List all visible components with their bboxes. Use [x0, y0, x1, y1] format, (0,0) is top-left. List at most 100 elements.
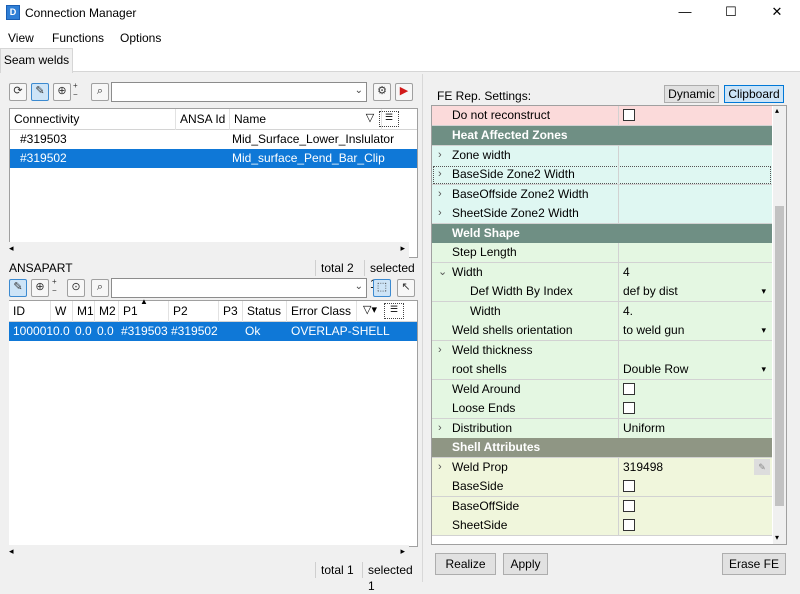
dropdown-arrow-icon[interactable]: ▾ — [761, 321, 766, 340]
pick-icon[interactable]: ✎ — [9, 279, 27, 297]
checkbox[interactable] — [623, 383, 635, 395]
columns-icon[interactable]: ☰ — [384, 303, 404, 319]
table-row-selected[interactable]: #319502 Mid_surface_Pend_Bar_Clip — [10, 149, 417, 168]
row-width[interactable]: ⌄ Width 4 — [432, 263, 772, 283]
prop-value[interactable]: 4 — [618, 263, 772, 282]
col-p2[interactable]: P2 — [169, 301, 219, 322]
checkbox[interactable] — [623, 109, 635, 121]
checkbox[interactable] — [623, 519, 635, 531]
row-distribution[interactable]: › Distribution Uniform — [432, 419, 772, 439]
col-error-class[interactable]: Error Class — [287, 301, 357, 322]
col-ansa-id[interactable]: ANSA Id — [176, 109, 230, 130]
clipboard-button[interactable]: Clipboard — [724, 85, 784, 103]
cursor-icon[interactable]: ▶ — [395, 83, 413, 101]
row-step-length[interactable]: Step Length — [432, 243, 772, 263]
row-baseoffside[interactable]: BaseOffSide — [432, 497, 772, 517]
weld-status-bar: total 1 selected 1 — [9, 562, 418, 593]
apply-button[interactable]: Apply — [503, 553, 548, 575]
chevron-right-icon[interactable]: › — [438, 185, 442, 204]
col-id[interactable]: ID — [9, 301, 51, 322]
vertical-scrollbar[interactable]: ▴ ▾ — [773, 106, 786, 544]
chevron-right-icon[interactable]: › — [438, 204, 442, 223]
tab-seam-welds[interactable]: Seam welds — [0, 48, 73, 73]
row-sheetside[interactable]: SheetSide — [432, 516, 772, 536]
cursor-icon[interactable]: ↖ — [397, 279, 415, 297]
chevron-right-icon[interactable]: › — [438, 458, 442, 477]
checkbox[interactable] — [623, 480, 635, 492]
col-w[interactable]: W — [51, 301, 73, 322]
prop-value[interactable]: Uniform — [618, 419, 772, 438]
zoom-fit-icon[interactable]: ⊙ — [67, 279, 85, 297]
search-icon[interactable]: ⌕ — [91, 83, 109, 101]
pick-icon[interactable]: ✎ — [754, 459, 770, 475]
search-combo[interactable]: ⌄ — [111, 82, 367, 102]
erase-fe-button[interactable]: Erase FE — [722, 553, 786, 575]
dropdown-arrow-icon[interactable]: ▾ — [761, 360, 766, 379]
plus-minus-icon[interactable]: + − — [52, 277, 62, 295]
row-weld-shells-orientation[interactable]: Weld shells orientation to weld gun ▾ — [432, 321, 772, 341]
prop-value[interactable]: 4. — [618, 302, 772, 321]
horizontal-scrollbar[interactable]: ◂ ▸ — [9, 545, 409, 561]
close-button[interactable]: ✕ — [754, 0, 800, 26]
menu-functions[interactable]: Functions — [52, 31, 104, 45]
zoom-icon[interactable]: ⊕ — [31, 279, 49, 297]
row-width-value[interactable]: Width 4. — [432, 302, 772, 322]
maximize-button[interactable]: ☐ — [708, 0, 754, 26]
search-combo[interactable]: ⌄ — [111, 278, 367, 298]
dropdown-arrow-icon[interactable]: ▾ — [761, 282, 766, 301]
horizontal-scrollbar[interactable]: ◂ ▸ — [9, 242, 409, 258]
section-shell-attributes[interactable]: Shell Attributes — [432, 438, 772, 458]
plus-minus-icon[interactable]: + − — [73, 81, 83, 99]
col-status[interactable]: Status — [243, 301, 287, 322]
columns-icon[interactable]: ☰ — [379, 111, 399, 127]
col-m2[interactable]: M2 — [95, 301, 119, 322]
zoom-icon[interactable]: ⊕ — [53, 83, 71, 101]
menu-options[interactable]: Options — [120, 31, 161, 45]
row-zone-width[interactable]: › Zone width — [432, 146, 772, 166]
row-root-shells[interactable]: root shells Double Row ▾ — [432, 360, 772, 380]
section-weld-shape[interactable]: Weld Shape — [432, 224, 772, 244]
row-loose-ends[interactable]: Loose Ends — [432, 399, 772, 419]
row-baseoffside-zone2-width[interactable]: › BaseOffside Zone2 Width — [432, 185, 772, 205]
chevron-right-icon[interactable]: › — [438, 165, 442, 184]
minimize-button[interactable]: — — [662, 0, 708, 26]
prop-value[interactable]: to weld gun — [623, 323, 684, 337]
dynamic-button[interactable]: Dynamic — [664, 85, 719, 103]
chevron-down-icon[interactable]: ⌄ — [438, 263, 447, 282]
row-weld-around[interactable]: Weld Around — [432, 380, 772, 400]
menu-view[interactable]: View — [8, 31, 34, 45]
row-weld-prop[interactable]: › Weld Prop 319498 ✎ — [432, 458, 772, 478]
row-do-not-reconstruct[interactable]: Do not reconstruct — [432, 106, 772, 126]
table-row-selected[interactable]: 100001 0.0 0.0 0.0 #319503 #319502 Ok OV… — [9, 322, 417, 341]
section-heat-affected-zones[interactable]: Heat Affected Zones — [432, 126, 772, 146]
row-def-width-by-index[interactable]: Def Width By Index def by dist ▾ — [432, 282, 772, 302]
prop-value[interactable]: def by dist — [623, 284, 678, 298]
settings-icon[interactable]: ⚙ — [373, 83, 391, 101]
section-label: Heat Affected Zones — [452, 128, 568, 142]
pick-icon[interactable]: ✎ — [31, 83, 49, 101]
chevron-right-icon[interactable]: › — [438, 419, 442, 438]
col-p3[interactable]: P3 — [219, 301, 243, 322]
realize-button[interactable]: Realize — [435, 553, 496, 575]
chevron-right-icon[interactable]: › — [438, 146, 442, 165]
col-m1[interactable]: M1 — [73, 301, 95, 322]
search-icon[interactable]: ⌕ — [91, 279, 109, 297]
splitter[interactable] — [422, 74, 423, 582]
prop-value[interactable]: 319498 — [623, 460, 663, 474]
checkbox[interactable] — [623, 402, 635, 414]
prop-label: BaseOffSide — [452, 499, 520, 513]
row-sheetside-zone2-width[interactable]: › SheetSide Zone2 Width — [432, 204, 772, 224]
prop-value[interactable]: Double Row — [623, 362, 688, 376]
col-name[interactable]: Name — [230, 109, 382, 130]
refresh-icon[interactable]: ⟳ — [9, 83, 27, 101]
row-baseside[interactable]: BaseSide — [432, 477, 772, 497]
filter-icon[interactable]: ▽ — [361, 111, 379, 127]
filter-icon[interactable]: ▽▾ — [358, 303, 382, 319]
row-baseside-zone2-width[interactable]: › BaseSide Zone2 Width — [432, 165, 772, 185]
chevron-right-icon[interactable]: › — [438, 341, 442, 360]
col-connectivity[interactable]: Connectivity — [10, 109, 176, 130]
box-select-icon[interactable]: ⬚ — [373, 279, 391, 297]
checkbox[interactable] — [623, 500, 635, 512]
row-weld-thickness[interactable]: › Weld thickness — [432, 341, 772, 361]
table-row[interactable]: #319503 Mid_Surface_Lower_Inslulator — [10, 130, 417, 149]
